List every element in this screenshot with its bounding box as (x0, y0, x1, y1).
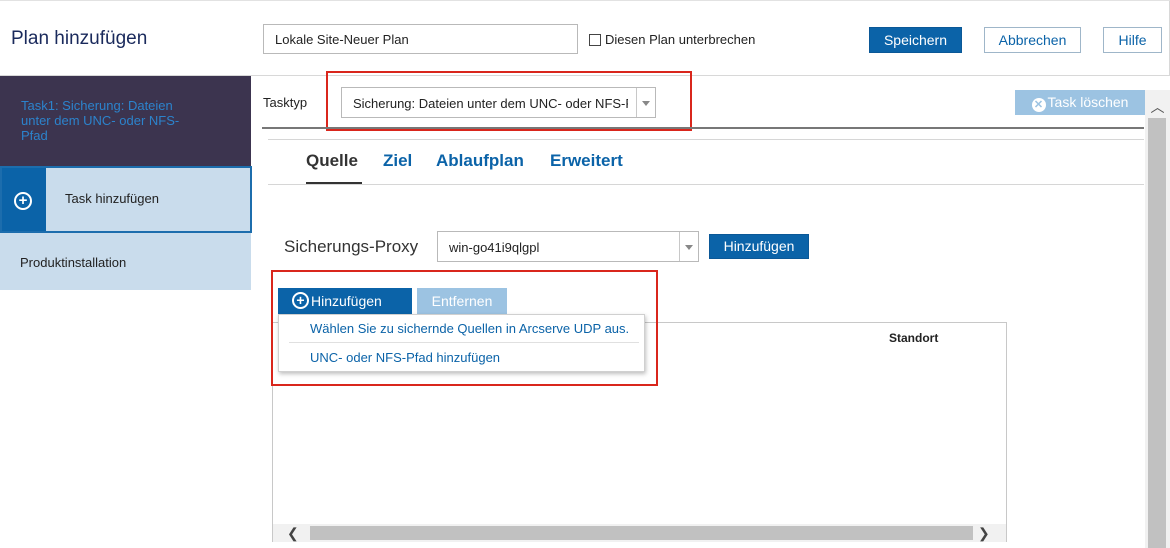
tab-erweitert[interactable]: Erweitert (550, 151, 623, 171)
sidebar-item-task1[interactable]: Task1: Sicherung: Dateien unter dem UNC-… (0, 76, 251, 166)
highlight-box (271, 270, 658, 386)
scrollbar-thumb[interactable] (1148, 118, 1166, 548)
page-title: Plan hinzufügen (11, 28, 148, 49)
x-circle-icon: ✕ (1031, 98, 1046, 112)
vertical-scrollbar[interactable]: ︿ (1145, 90, 1170, 548)
add-task-icon-box: + (2, 168, 46, 231)
horizontal-scrollbar[interactable]: ❮ ❯ (273, 524, 1006, 542)
pause-plan-checkbox[interactable]: Diesen Plan unterbrechen (589, 32, 755, 47)
checkbox-icon[interactable] (589, 33, 601, 46)
delete-task-label: Task löschen (1047, 94, 1129, 110)
column-header-location[interactable]: Standort (889, 331, 938, 345)
divider (268, 139, 1144, 140)
tab-quelle[interactable]: Quelle (306, 151, 358, 171)
chevron-right-icon[interactable]: ❯ (978, 524, 990, 542)
task-type-label: Tasktyp (263, 95, 308, 110)
sidebar-item-label: Produktinstallation (20, 255, 127, 270)
sidebar-item-label: Task hinzufügen (65, 191, 159, 206)
scrollbar-thumb[interactable] (310, 526, 973, 540)
chevron-left-icon[interactable]: ❮ (287, 524, 299, 542)
sidebar-item-add-task[interactable]: + Task hinzufügen (0, 166, 252, 233)
header-bar: Plan hinzufügen Diesen Plan unterbrechen… (0, 0, 1170, 76)
plan-name-input[interactable] (263, 24, 578, 54)
divider (268, 184, 1144, 185)
tab-ziel[interactable]: Ziel (383, 151, 412, 171)
highlight-box (326, 71, 692, 131)
backup-proxy-value: win-go41i9qlgpl (449, 240, 540, 255)
plus-circle-icon: + (14, 192, 32, 210)
pause-plan-label: Diesen Plan unterbrechen (605, 32, 756, 47)
tab-ablaufplan[interactable]: Ablaufplan (436, 151, 524, 171)
chevron-up-icon[interactable]: ︿ (1145, 100, 1170, 114)
delete-task-button[interactable]: ✕ Task löschen (1015, 90, 1145, 115)
divider (262, 127, 1144, 129)
save-button[interactable]: Speichern (869, 27, 962, 53)
add-proxy-button[interactable]: Hinzufügen (709, 234, 809, 259)
help-button[interactable]: Hilfe (1103, 27, 1162, 53)
backup-proxy-select[interactable]: win-go41i9qlgpl (437, 231, 699, 262)
sidebar-item-label: Task1: Sicherung: Dateien unter dem UNC-… (21, 98, 180, 143)
sidebar-item-product-installation[interactable]: Produktinstallation (0, 233, 251, 290)
cancel-button[interactable]: Abbrechen (984, 27, 1081, 53)
backup-proxy-label: Sicherungs-Proxy (284, 237, 419, 256)
chevron-down-icon[interactable] (679, 232, 698, 261)
